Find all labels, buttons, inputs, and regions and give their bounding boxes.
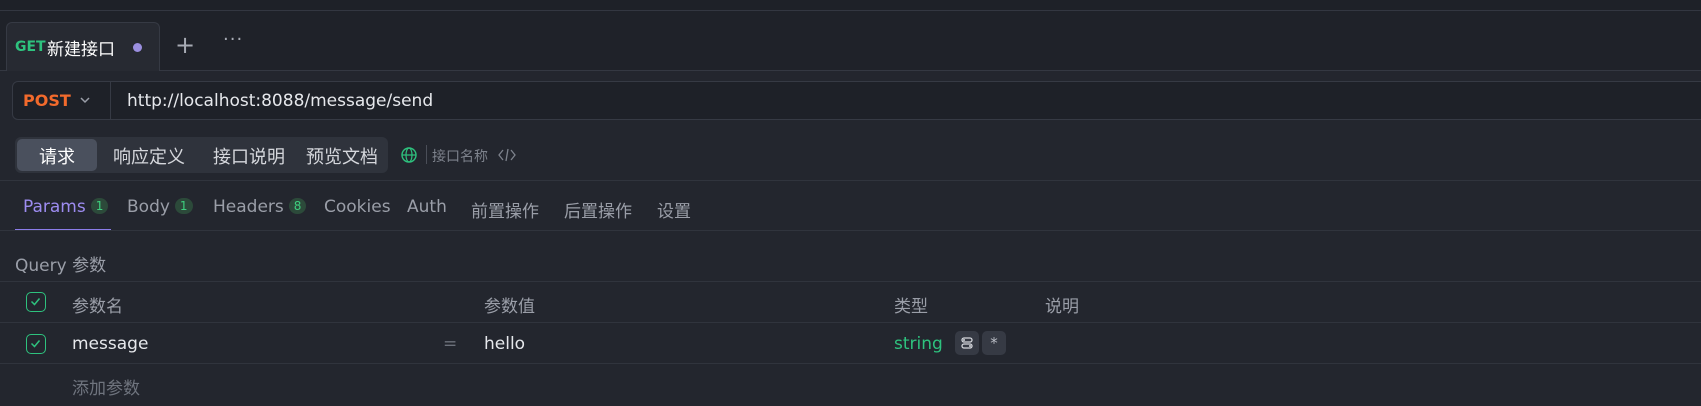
segment-response-definition[interactable]: 响应定义 — [99, 139, 199, 171]
request-segment-group: 请求 响应定义 接口说明 预览文档 — [15, 137, 388, 173]
subtab-label: Headers — [213, 197, 284, 217]
column-header-type: 类型 — [894, 297, 928, 317]
divider — [426, 145, 427, 164]
table-row-border — [0, 322, 1701, 323]
divider — [0, 230, 1701, 231]
segment-api-description[interactable]: 接口说明 — [201, 139, 297, 171]
tab-new-api[interactable]: GET 新建接口 — [6, 22, 160, 71]
code-icon[interactable] — [498, 147, 516, 163]
equals-sign: = — [443, 334, 458, 354]
param-value-input[interactable]: hello — [484, 334, 525, 354]
column-header-value: 参数值 — [484, 297, 535, 317]
subtab-cookies[interactable]: Cookies — [324, 197, 391, 217]
api-name-input[interactable]: 接口名称 — [432, 146, 488, 166]
param-type-select[interactable]: string — [894, 334, 943, 354]
window-top-strip — [0, 0, 1701, 11]
segment-preview-doc[interactable]: 预览文档 — [299, 139, 385, 171]
tab-method-label: GET — [15, 39, 46, 55]
method-select[interactable]: POST — [13, 82, 111, 119]
add-param-button[interactable]: 添加参数 — [72, 374, 140, 399]
subtab-headers[interactable]: Headers 8 — [213, 197, 307, 217]
url-input[interactable]: http://localhost:8088/message/send — [127, 91, 433, 111]
unsaved-dot-icon — [133, 43, 142, 52]
query-section-title: Query 参数 — [15, 256, 107, 276]
subtab-params[interactable]: Params 1 — [23, 197, 109, 217]
mock-glyph — [961, 337, 973, 349]
more-icon[interactable]: ··· — [223, 31, 243, 49]
column-header-name: 参数名 — [72, 297, 123, 317]
tab-bar: GET 新建接口 + ··· — [0, 11, 1701, 71]
count-badge: 1 — [90, 198, 109, 214]
method-label: POST — [23, 91, 71, 110]
url-bar: POST http://localhost:8088/message/send — [12, 81, 1701, 120]
table-top-border — [0, 281, 1701, 282]
segment-request[interactable]: 请求 — [17, 139, 97, 171]
subtab-pre-operations[interactable]: 前置操作 — [471, 197, 539, 222]
count-badge: 8 — [288, 198, 307, 214]
column-header-description: 说明 — [1045, 297, 1079, 317]
subtab-settings[interactable]: 设置 — [657, 197, 691, 222]
subtab-label: Body — [127, 197, 170, 217]
row-enable-checkbox[interactable] — [26, 334, 46, 354]
check-icon — [30, 340, 41, 348]
divider — [0, 180, 1701, 181]
table-row-border — [0, 363, 1701, 364]
tab-title: 新建接口 — [47, 40, 115, 60]
chevron-down-icon — [80, 97, 90, 104]
subtab-body[interactable]: Body 1 — [127, 197, 193, 217]
param-name-input[interactable]: message — [72, 334, 148, 354]
count-badge: 1 — [174, 198, 193, 214]
subtab-auth[interactable]: Auth — [407, 197, 447, 217]
required-toggle[interactable]: * — [982, 331, 1006, 355]
plus-icon[interactable]: + — [175, 33, 195, 57]
subtab-label: Params — [23, 197, 86, 217]
subtab-post-operations[interactable]: 后置操作 — [564, 197, 632, 222]
check-icon — [30, 298, 41, 306]
select-all-checkbox[interactable] — [26, 292, 46, 312]
globe-icon[interactable] — [400, 146, 418, 164]
mock-icon[interactable] — [955, 331, 979, 355]
